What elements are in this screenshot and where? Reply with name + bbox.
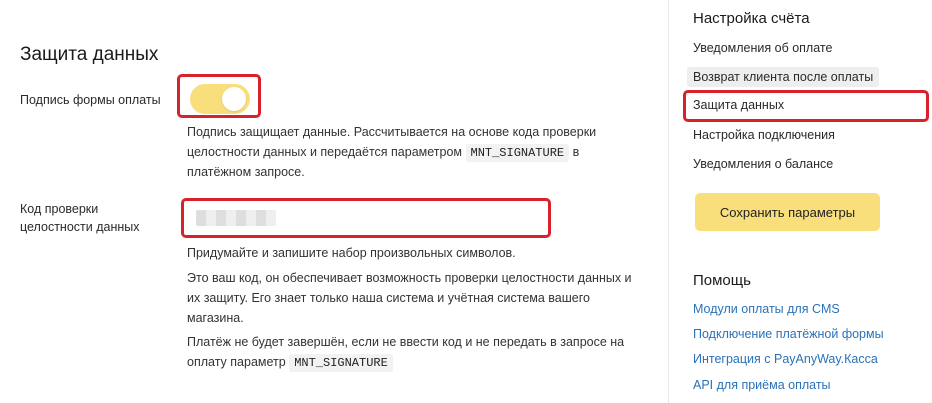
sidebar-item-data-protection[interactable]: Защита данных	[693, 98, 784, 112]
integrity-param-code: MNT_SIGNATURE	[289, 354, 393, 372]
sidebar: Настройка счёта Уведомления об оплате Во…	[668, 0, 932, 403]
help-link-cms-modules[interactable]: Модули оплаты для CMS	[693, 302, 840, 316]
settings-title: Настройка счёта	[693, 10, 810, 27]
help-link-api[interactable]: API для приёма оплаты	[693, 378, 831, 392]
page-title: Защита данных	[20, 44, 159, 65]
sidebar-item-client-return[interactable]: Возврат клиента после оплаты	[687, 67, 880, 87]
main-content: Защита данных Подпись формы оплаты Подпи…	[0, 0, 668, 403]
signature-toggle[interactable]	[190, 84, 250, 114]
help-link-kassa-integration[interactable]: Интеграция с PayAnyWay.Касса	[693, 352, 878, 366]
signature-help: Подпись защищает данные. Рассчитывается …	[187, 122, 637, 182]
signature-toggle-highlight	[177, 74, 261, 118]
integrity-help-1: Придумайте и запишите набор произвольных…	[187, 246, 516, 260]
integrity-help-3: Платёж не будет завершён, если не ввести…	[187, 332, 637, 372]
help-link-payment-form[interactable]: Подключение платёжной формы	[693, 327, 884, 341]
integrity-code-highlight	[181, 198, 551, 238]
signature-label: Подпись формы оплаты	[20, 93, 161, 107]
save-button[interactable]: Сохранить параметры	[695, 193, 880, 231]
signature-param-code: MNT_SIGNATURE	[465, 144, 570, 162]
help-title: Помощь	[693, 272, 751, 289]
sidebar-item-payment-notifications[interactable]: Уведомления об оплате	[693, 41, 832, 55]
integrity-help-2: Это ваш код, он обеспечивает возможность…	[187, 271, 632, 325]
integrity-code-label: Код проверки целостности данных	[20, 202, 140, 234]
sidebar-item-balance-notifications[interactable]: Уведомления о балансе	[693, 157, 833, 171]
integrity-help-3-text: Платёж не будет завершён, если не ввести…	[187, 335, 625, 369]
sidebar-item-connection-settings[interactable]: Настройка подключения	[693, 128, 835, 142]
redacted-code-value	[196, 210, 276, 226]
toggle-knob	[222, 87, 246, 111]
